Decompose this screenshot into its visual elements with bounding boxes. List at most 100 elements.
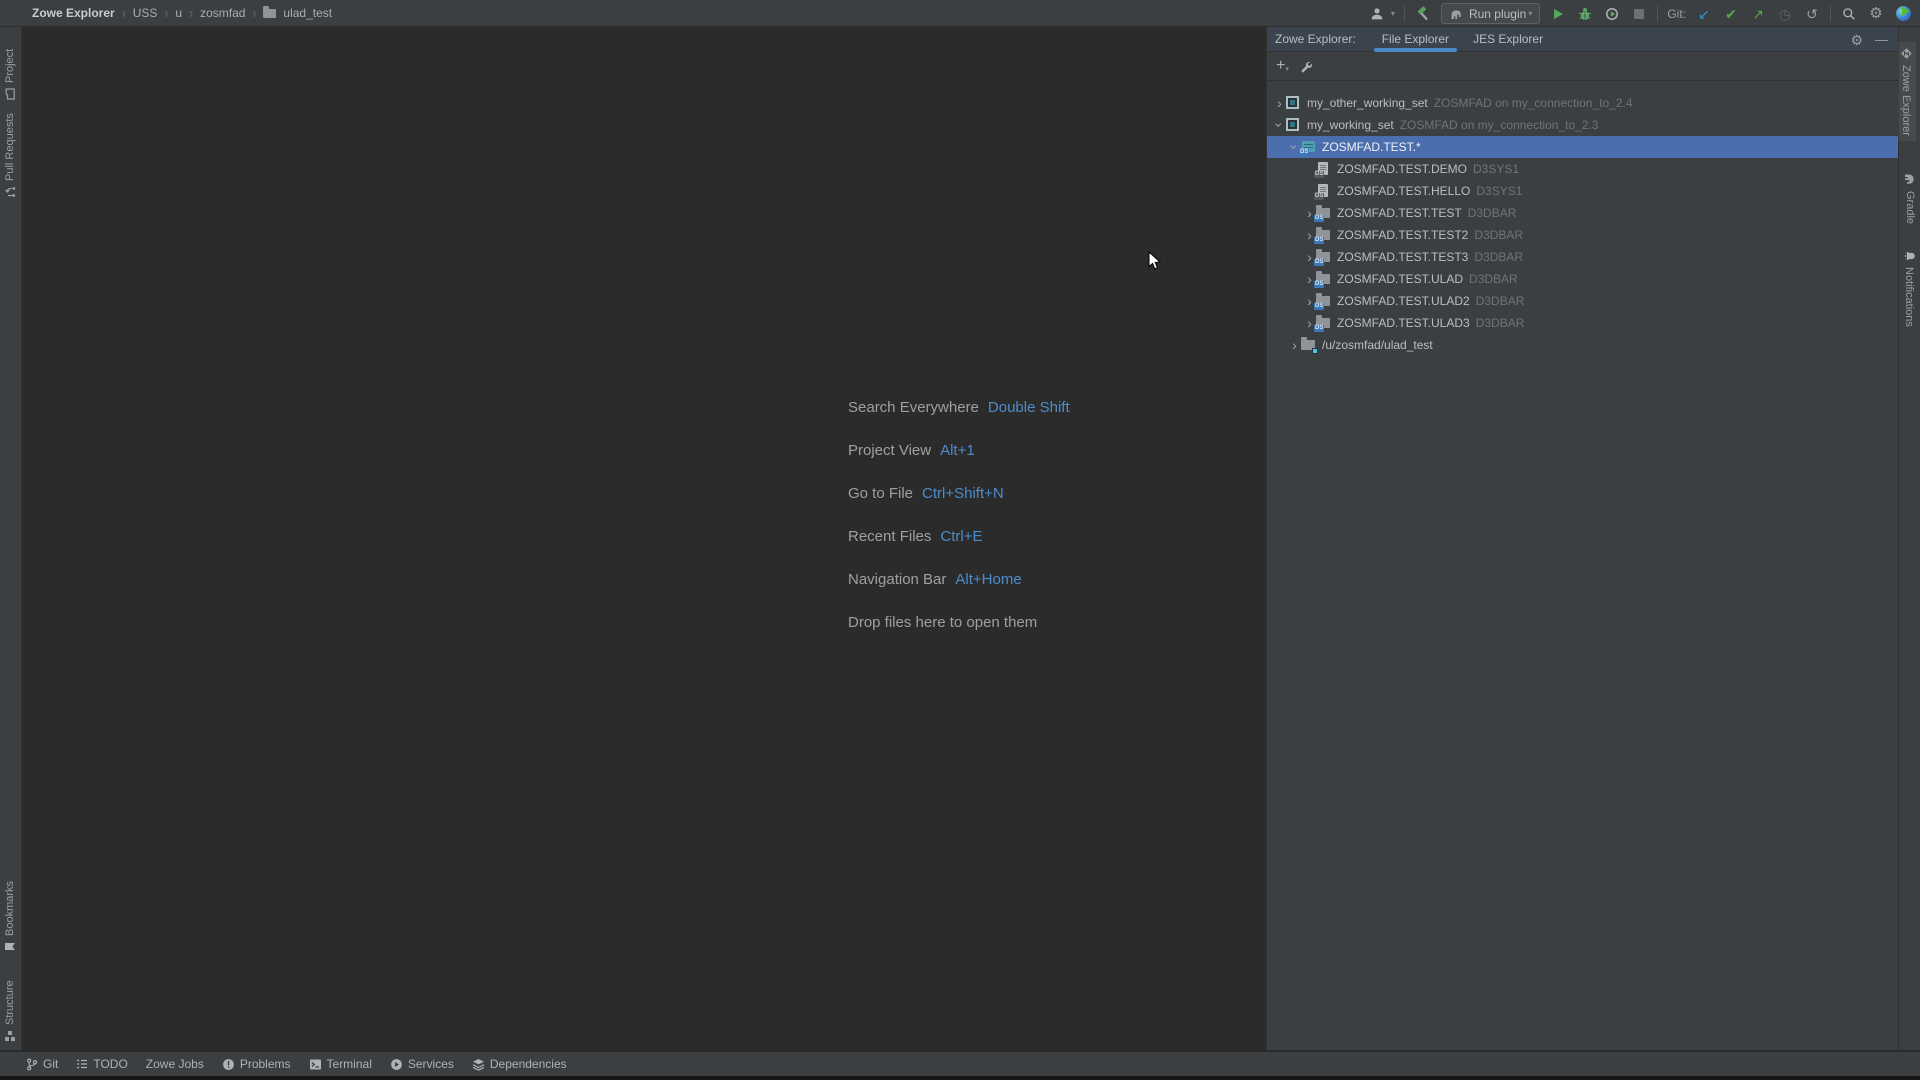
stripe-item-pull-requests[interactable]: Pull Requests: [4, 113, 16, 198]
tree-row-dataset[interactable]: › DS ZOSMFAD.TEST.HELLO D3SYS1: [1267, 180, 1898, 202]
git-update-icon[interactable]: ↙: [1695, 5, 1713, 23]
tree-item-meta: ZOSMFAD on my_connection_to_2.3: [1400, 118, 1599, 132]
tree-row-dataset-pattern[interactable]: › DS ZOSMFAD.TEST.*: [1267, 136, 1898, 158]
tree-row-uss-path[interactable]: › /u/zosmfad/ulad_test: [1267, 334, 1898, 356]
tree-item-label: ZOSMFAD.TEST.ULAD2: [1337, 294, 1470, 308]
stripe-item-project[interactable]: Project: [4, 49, 16, 100]
partitioned-dataset-icon: DS: [1316, 294, 1331, 308]
git-push-icon[interactable]: ↗: [1749, 5, 1767, 23]
tree-row-dataset[interactable]: › DS ZOSMFAD.TEST.ULAD2 D3DBAR: [1267, 290, 1898, 312]
stripe-label: Zowe Explorer: [1901, 65, 1913, 136]
history-clock-icon[interactable]: ◷: [1776, 5, 1794, 23]
run-button[interactable]: [1549, 5, 1567, 23]
stripe-label: Pull Requests: [4, 113, 16, 181]
breadcrumb-uss[interactable]: USS: [133, 6, 158, 20]
build-hammer-icon[interactable]: [1414, 5, 1432, 23]
tab-jes-explorer[interactable]: JES Explorer: [1461, 27, 1555, 52]
gradle-elephant-icon: [1904, 172, 1916, 186]
hint-row: Navigation Bar Alt+Home: [848, 571, 1070, 591]
stripe-item-bookmarks[interactable]: Bookmarks: [4, 881, 16, 952]
statusbar-item-problems[interactable]: Problems: [222, 1057, 291, 1071]
stripe-label: Project: [4, 49, 16, 83]
tree-row-working-set[interactable]: › my_other_working_set ZOSMFAD on my_con…: [1267, 92, 1898, 114]
structure-icon: [4, 1030, 16, 1042]
tree-row-dataset[interactable]: › DS ZOSMFAD.TEST.ULAD D3DBAR: [1267, 268, 1898, 290]
tree-row-dataset[interactable]: › DS ZOSMFAD.TEST.TEST2 D3DBAR: [1267, 224, 1898, 246]
tree-item-label: /u/zosmfad/ulad_test: [1322, 338, 1433, 352]
gradle-elephant-icon: [1449, 8, 1463, 20]
stripe-item-gradle[interactable]: Gradle: [1904, 172, 1916, 224]
chevron-right-icon: ›: [122, 4, 126, 22]
wrench-icon[interactable]: [1299, 60, 1312, 73]
statusbar-label: Services: [408, 1057, 454, 1071]
tab-file-explorer[interactable]: File Explorer: [1370, 27, 1461, 52]
breadcrumb-zosmfad[interactable]: zosmfad: [200, 6, 245, 20]
statusbar-item-services[interactable]: Services: [390, 1057, 454, 1071]
stripe-item-zowe-explorer[interactable]: Z Zowe Explorer: [1897, 42, 1916, 141]
toolbar-separator: [1404, 6, 1405, 22]
git-commit-icon[interactable]: ✔: [1722, 5, 1740, 23]
chevron-collapsed-icon[interactable]: ›: [1273, 96, 1286, 110]
statusbar-label: Dependencies: [490, 1057, 567, 1071]
bookmark-icon: [4, 941, 16, 952]
zowe-explorer-panel: Zowe Explorer: File Explorer JES Explore…: [1266, 27, 1898, 1050]
rollback-icon[interactable]: ↺: [1803, 5, 1821, 23]
hint-row: Recent Files Ctrl+E: [848, 528, 1070, 548]
partitioned-dataset-icon: DS: [1316, 206, 1331, 220]
tree-item-volume: D3DBAR: [1474, 228, 1523, 242]
tool-window-header: Zowe Explorer: File Explorer JES Explore…: [1267, 27, 1898, 52]
editor-area[interactable]: Search Everywhere Double Shift Project V…: [23, 27, 1265, 1050]
stripe-item-notifications[interactable]: Notifications: [1903, 250, 1916, 327]
statusbar-item-git[interactable]: Git: [26, 1057, 58, 1071]
hint-shortcut: Ctrl+Shift+N: [922, 485, 1004, 502]
hide-panel-icon[interactable]: —: [1875, 33, 1888, 46]
hint-label: Recent Files: [848, 528, 931, 545]
run-with-coverage-button[interactable]: [1603, 5, 1621, 23]
statusbar-item-dependencies[interactable]: Dependencies: [472, 1057, 567, 1071]
panel-settings-gear-icon[interactable]: ⚙: [1850, 33, 1863, 47]
settings-gear-icon[interactable]: ⚙: [1867, 5, 1885, 23]
working-set-icon: [1286, 118, 1301, 132]
sequential-dataset-icon: DS: [1316, 184, 1331, 198]
breadcrumb-u[interactable]: u: [175, 6, 182, 20]
tree-row-dataset[interactable]: › DS ZOSMFAD.TEST.DEMO D3SYS1: [1267, 158, 1898, 180]
toolbar-separator: [1657, 6, 1658, 22]
tree-row-working-set[interactable]: › my_working_set ZOSMFAD on my_connectio…: [1267, 114, 1898, 136]
tree-item-volume: D3DBAR: [1469, 272, 1518, 286]
statusbar-label: Git: [43, 1057, 58, 1071]
hint-row: Project View Alt+1: [848, 442, 1070, 462]
mouse-cursor: [1148, 251, 1162, 271]
stripe-label: Notifications: [1904, 267, 1916, 327]
user-profile-icon[interactable]: [1368, 5, 1386, 23]
tree-row-dataset[interactable]: › DS ZOSMFAD.TEST.TEST3 D3DBAR: [1267, 246, 1898, 268]
stop-button[interactable]: [1630, 5, 1648, 23]
tree-row-dataset[interactable]: › DS ZOSMFAD.TEST.TEST D3DBAR: [1267, 202, 1898, 224]
chevron-expanded-icon[interactable]: ›: [1273, 119, 1287, 132]
add-profile-button[interactable]: +▾: [1276, 59, 1289, 73]
tree-item-label: ZOSMFAD.TEST.HELLO: [1337, 184, 1470, 198]
statusbar-item-zowe-jobs[interactable]: Zowe Jobs: [146, 1057, 204, 1071]
statusbar-item-todo[interactable]: TODO: [76, 1057, 127, 1071]
main-toolbar: ▾ Run plugin ▾ Git: ↙ ✔: [1368, 0, 1912, 27]
dataset-tree: › my_other_working_set ZOSMFAD on my_con…: [1267, 81, 1898, 356]
breadcrumb-zowe-explorer[interactable]: Zowe Explorer: [32, 6, 115, 20]
debug-button[interactable]: [1576, 5, 1594, 23]
ide-sphere-icon[interactable]: [1894, 5, 1912, 23]
breadcrumb-ulad-test[interactable]: ulad_test: [283, 6, 332, 20]
chevron-down-icon: ▾: [1528, 9, 1532, 18]
statusbar-item-terminal[interactable]: Terminal: [309, 1057, 372, 1071]
services-icon: [390, 1058, 403, 1071]
problems-icon: [222, 1058, 235, 1071]
chevron-right-icon: ›: [252, 4, 256, 22]
statusbar-label: Problems: [240, 1057, 291, 1071]
tree-row-dataset[interactable]: › DS ZOSMFAD.TEST.ULAD3 D3DBAR: [1267, 312, 1898, 334]
statusbar-label: TODO: [93, 1057, 127, 1071]
search-everywhere-icon[interactable]: [1840, 5, 1858, 23]
run-configuration-select[interactable]: Run plugin ▾: [1441, 3, 1540, 24]
partitioned-dataset-icon: DS: [1316, 272, 1331, 286]
chevron-collapsed-icon[interactable]: ›: [1288, 338, 1301, 352]
stripe-item-structure[interactable]: Structure: [4, 980, 16, 1042]
tree-item-label: ZOSMFAD.TEST.TEST2: [1337, 228, 1468, 242]
chevron-down-icon: ▾: [1391, 9, 1395, 18]
run-configuration-label: Run plugin: [1469, 7, 1526, 21]
